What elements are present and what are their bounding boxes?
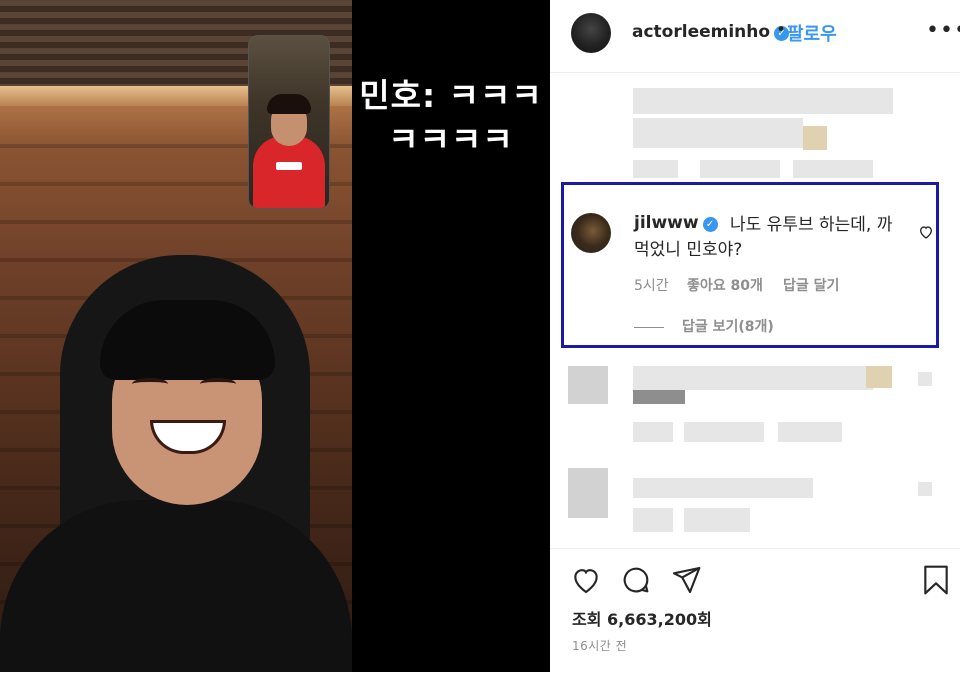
comment-likes[interactable]: 좋아요 80개	[687, 275, 763, 295]
blurred-comment	[633, 390, 685, 404]
separator-dot: •	[776, 20, 787, 40]
blurred-avatar	[568, 468, 608, 518]
replies-divider-line	[634, 326, 664, 328]
author-username-text[interactable]: actorleeminho	[632, 22, 770, 42]
pip-video	[248, 35, 330, 209]
post-header: actorleeminho✓ • 팔로우 •••	[550, 0, 960, 73]
blurred-heart	[918, 372, 932, 386]
heart-icon[interactable]	[570, 564, 602, 596]
comment-icon[interactable]	[620, 564, 652, 596]
commenter-avatar[interactable]	[571, 213, 611, 253]
blurred-emoji	[866, 366, 892, 388]
blurred-meta	[793, 160, 873, 178]
blurred-avatar	[568, 366, 608, 404]
blurred-heart	[918, 482, 932, 496]
blurred-meta	[778, 422, 842, 442]
hair	[100, 300, 275, 380]
comment-time: 5시간	[634, 278, 669, 294]
comment-body: 나도 유투브 하는데, 까먹었니 민호야?	[634, 215, 893, 260]
pip-hair	[267, 94, 311, 114]
more-options-icon[interactable]: •••	[926, 18, 960, 43]
blurred-comment	[633, 478, 813, 498]
comment-like-heart-icon[interactable]	[918, 224, 934, 240]
caption-line-1: 민호: ㅋㅋㅋ	[359, 76, 543, 115]
left-eye	[132, 378, 168, 390]
bookmark-icon[interactable]	[920, 564, 952, 596]
video-panel[interactable]: 민호: ㅋㅋㅋ ㅋㅋㅋㅋ	[0, 0, 550, 672]
blurred-meta	[684, 422, 764, 442]
author-username[interactable]: actorleeminho ✓	[632, 22, 790, 42]
view-replies-button[interactable]: 답글 보기(8개)	[634, 316, 774, 336]
blurred-comment	[633, 88, 893, 114]
blurred-comment	[633, 366, 873, 390]
send-icon[interactable]	[670, 564, 702, 596]
view-count: 조회 6,663,200회	[572, 610, 712, 629]
blurred-meta	[633, 160, 678, 178]
caption-line-2: ㅋㅋㅋㅋ	[388, 120, 514, 159]
video-caption: 민호: ㅋㅋㅋ ㅋㅋㅋㅋ	[358, 74, 544, 162]
blurred-emoji	[803, 126, 827, 150]
pip-hoodie-logo	[276, 162, 302, 170]
blurred-meta	[633, 508, 673, 532]
right-eye	[200, 378, 236, 390]
reply-button[interactable]: 답글 달기	[783, 275, 839, 295]
post-timestamp: 16시간 전	[572, 639, 628, 653]
blurred-meta	[633, 422, 673, 442]
follow-button[interactable]: 팔로우	[787, 20, 837, 46]
comment-text: 나도 유투브 하는데, 까먹었니 민호야?	[634, 213, 904, 263]
blurred-meta	[684, 508, 750, 532]
blurred-meta	[700, 160, 780, 178]
blurred-comment	[633, 118, 803, 148]
view-replies-text[interactable]: 답글 보기(8개)	[682, 319, 774, 335]
pip-red-hoodie	[253, 136, 325, 208]
author-avatar[interactable]	[571, 13, 611, 53]
